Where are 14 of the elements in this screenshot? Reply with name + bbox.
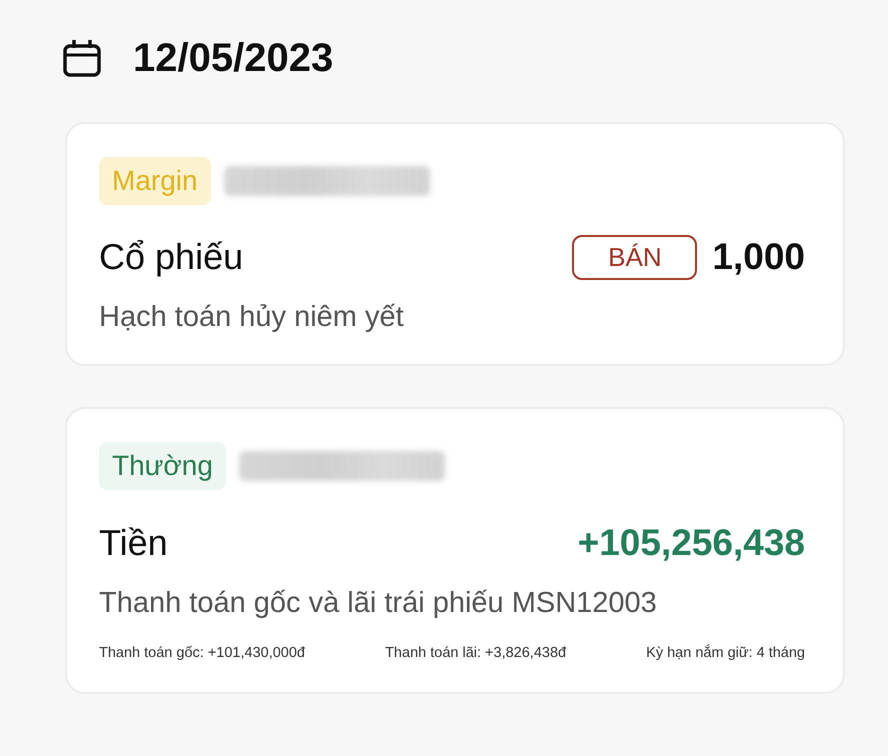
account-type-tag: Margin [99, 157, 211, 205]
cash-amount: +105,256,438 [578, 522, 805, 564]
detail-text: Thanh toán lãi: +3,826,438đ [385, 644, 566, 662]
calendar-icon [63, 40, 101, 76]
asset-name: Tiền [99, 522, 168, 564]
transaction-description: Thanh toán gốc và lãi trái phiếu MSN12003 [99, 586, 658, 620]
asset-name: Cổ phiếu [99, 236, 244, 278]
transaction-description: Hạch toán hủy niêm yết [99, 300, 405, 334]
order-side-badge: BÁN [572, 234, 698, 280]
quantity: 1,000 [712, 236, 805, 278]
account-type-tag: Thường [99, 442, 226, 490]
detail-text: Kỳ hạn nắm giữ: 4 tháng [646, 644, 805, 662]
detail-text: Thanh toán gốc: +101,430,000đ [99, 644, 305, 662]
transaction-date: 12/05/2023 [133, 38, 334, 78]
